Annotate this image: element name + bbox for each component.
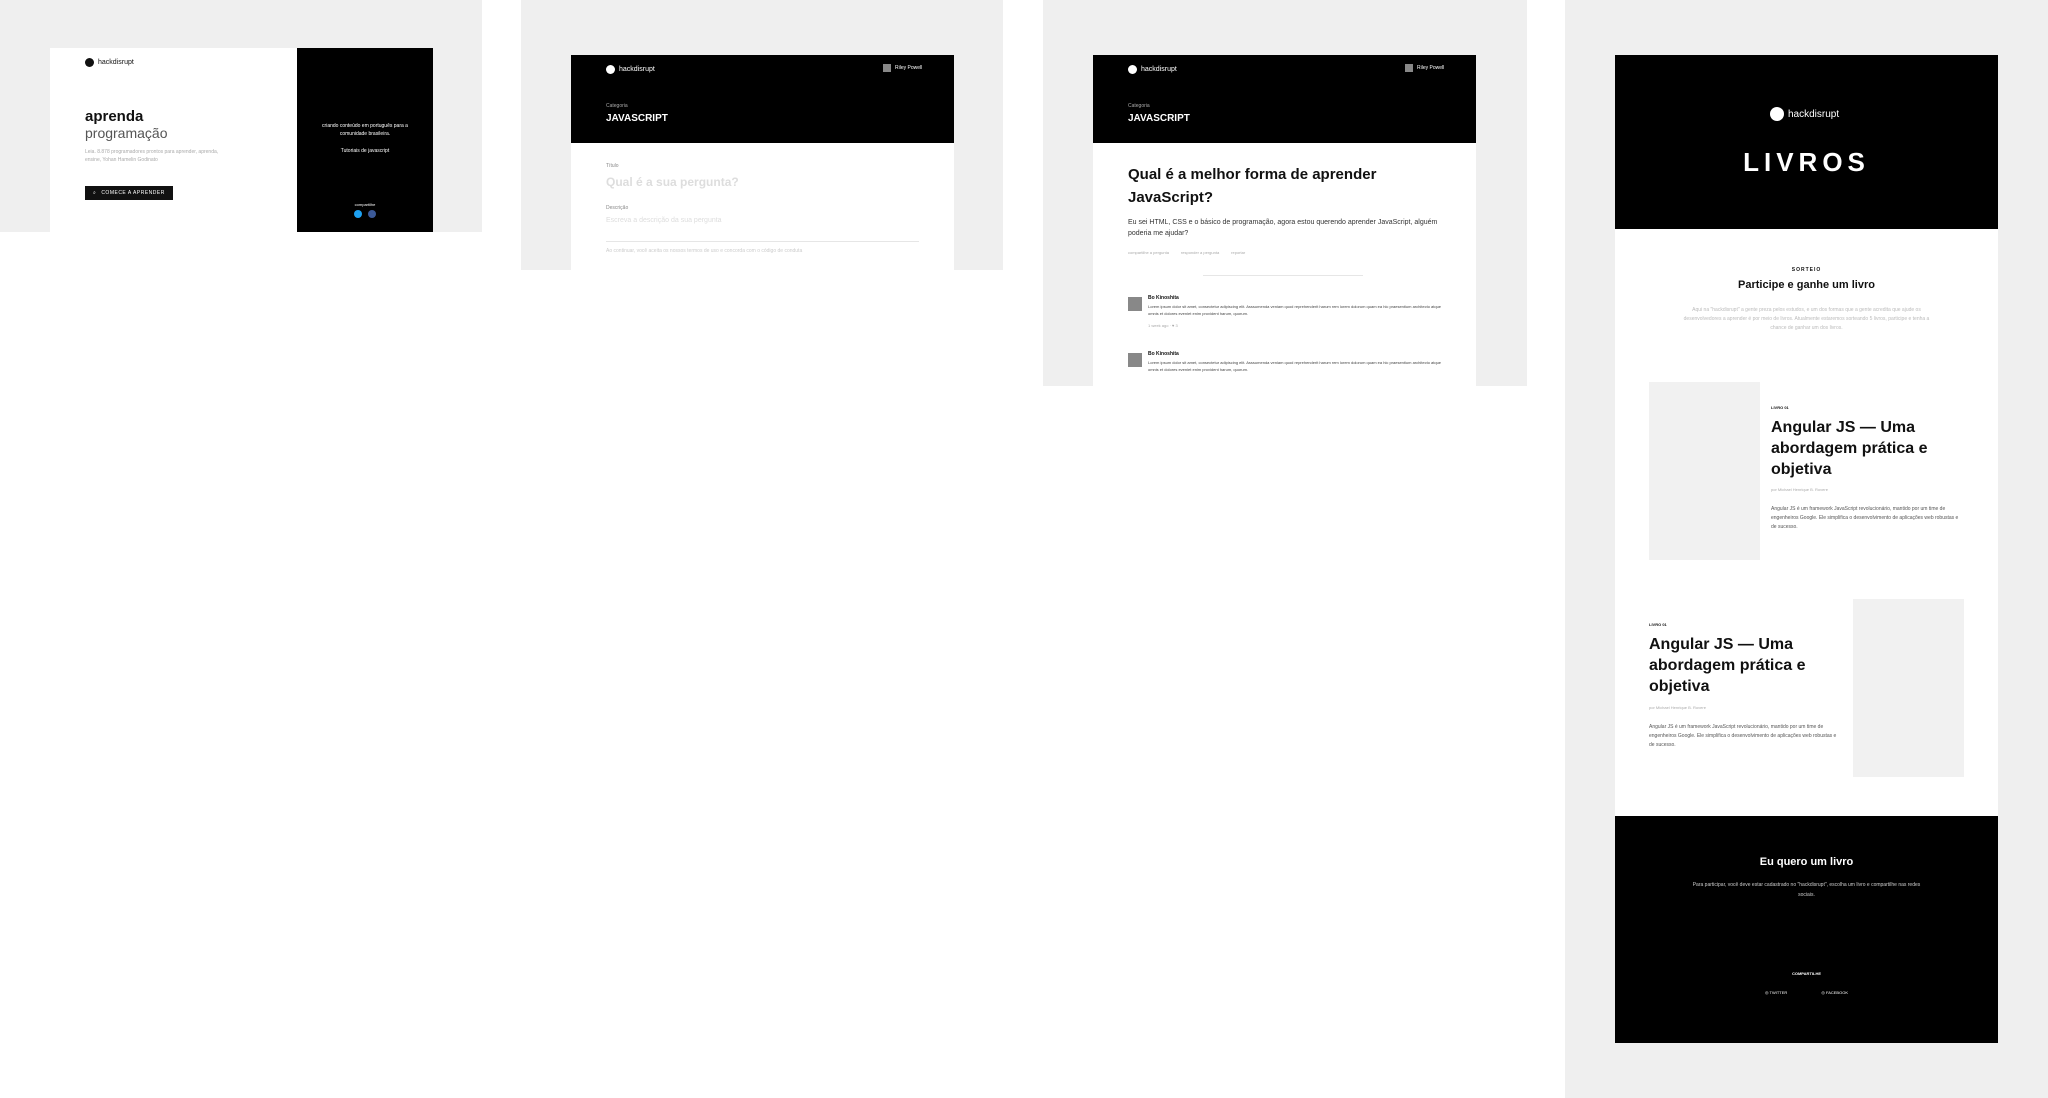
user-menu[interactable]: Riley Powell (883, 64, 922, 72)
description-input[interactable]: Escreva a descrição da sua pergunta (606, 217, 906, 224)
hero-title: LIVROS (1743, 147, 1870, 177)
book-author: por Michael Henrique B. Rovere (1771, 487, 1828, 492)
book-cover (1649, 382, 1760, 560)
landing-right-sub: Tutoriais de javascript (340, 148, 390, 154)
report-link[interactable]: reportar (1231, 250, 1245, 255)
books-hero: hackdisrupt LIVROS (1615, 55, 1998, 229)
category-label: Categoria (606, 103, 628, 109)
search-icon: ⌕ (93, 190, 97, 196)
twitter-share-link[interactable]: ◎ TWITTER (1765, 990, 1787, 995)
logo-icon (85, 58, 94, 67)
avatar (1128, 353, 1142, 367)
share-question-link[interactable]: compartilhe a pergunta (1128, 250, 1169, 255)
share-label: COMPARTILHE (1791, 971, 1822, 976)
headline-light: programação (85, 125, 168, 141)
logo-text: hackdisrupt (98, 59, 134, 66)
divider (606, 241, 919, 242)
book-author: por Michael Henrique B. Rovere (1649, 705, 1706, 710)
panel-ask: hackdisrupt Riley Powell Categoria JAVAS… (571, 55, 954, 270)
panel-books: hackdisrupt LIVROS SORTEIO Participe e g… (1615, 55, 1998, 1043)
panel-landing: hackdisrupt aprenda programação Leia. 8.… (50, 48, 297, 232)
landing-subtext: Leia. 8.878 programadores prontos para a… (85, 149, 219, 163)
title-label: Título (606, 163, 619, 169)
terms-note: Ao continuar, você aceita os nossos term… (606, 248, 803, 254)
answer-author: Bo Kinoshita (1148, 295, 1179, 301)
title-input[interactable]: Qual é a sua pergunta? (606, 175, 906, 189)
facebook-icon[interactable] (368, 210, 376, 218)
ask-header: hackdisrupt Riley Powell Categoria JAVAS… (571, 55, 954, 143)
avatar (1405, 64, 1413, 72)
footer-title: Eu quero um livro (1759, 856, 1854, 868)
book-description: Angular JS é um framework JavaScript rev… (1771, 506, 1959, 530)
logo-icon (1770, 107, 1784, 121)
sorteio-text: Aqui na "hackdisrupt" a gente preza pelo… (1683, 307, 1930, 331)
start-learning-button[interactable]: ⌕ COMECE A APRENDER (85, 186, 173, 200)
book-cover (1853, 599, 1964, 777)
answer-meta: 1 week ago · ♥ 3 (1148, 323, 1178, 328)
user-menu[interactable]: Riley Powell (1405, 64, 1444, 72)
logo[interactable]: hackdisrupt (85, 58, 134, 67)
twitter-icon[interactable] (354, 210, 362, 218)
book-tag: LIVRO 01 (1649, 622, 1667, 627)
panel-question: hackdisrupt Riley Powell Categoria JAVAS… (1093, 55, 1476, 386)
description-label: Descrição (606, 205, 629, 211)
book-title: Angular JS — Uma abordagem prática e obj… (1649, 636, 1806, 695)
sorteio-title: Participe e ganhe um livro (1738, 279, 1875, 291)
book-description: Angular JS é um framework JavaScript rev… (1649, 724, 1837, 748)
book-tag: LIVRO 01 (1771, 405, 1789, 410)
answer-text: Lorem ipsum dolor sit amet, consectetur … (1148, 360, 1442, 372)
category-value: JAVASCRIPT (1128, 113, 1190, 124)
footer-text: Para participar, você deve estar cadastr… (1692, 882, 1921, 898)
answer-text: Lorem ipsum dolor sit amet, consectetur … (1148, 304, 1442, 316)
headline-bold: aprenda (85, 108, 144, 125)
facebook-share-link[interactable]: ◎ FACEBOOK (1821, 990, 1848, 995)
share-links: ◎ TWITTER ◎ FACEBOOK (1765, 990, 1848, 995)
logo[interactable]: hackdisrupt (606, 65, 655, 74)
category-label: Categoria (1128, 103, 1150, 109)
logo-icon (1128, 65, 1137, 74)
panel-landing-dark: criando conteúdo em português para a com… (297, 48, 433, 232)
share-label: compartilhe (354, 202, 376, 207)
logo[interactable]: hackdisrupt (1770, 107, 1839, 121)
answer-question-link[interactable]: responder a pergunta (1181, 250, 1219, 255)
book-title: Angular JS — Uma abordagem prática e obj… (1771, 419, 1928, 478)
avatar (1128, 297, 1142, 311)
question-title: Qual é a melhor forma de aprender JavaSc… (1128, 166, 1377, 206)
logo-icon (606, 65, 615, 74)
question-body: Eu sei HTML, CSS e o básico de programaç… (1128, 219, 1438, 237)
divider (1203, 275, 1363, 276)
question-meta: compartilhe a pergunta responder a pergu… (1128, 250, 1245, 255)
category-value: JAVASCRIPT (606, 113, 668, 124)
landing-right-text: criando conteúdo em português para a com… (322, 123, 408, 137)
sorteio-label: SORTEIO (1791, 267, 1822, 273)
books-footer: Eu quero um livro Para participar, você … (1615, 816, 1998, 1043)
answer-author: Bo Kinoshita (1148, 351, 1179, 357)
question-header: hackdisrupt Riley Powell Categoria JAVAS… (1093, 55, 1476, 143)
avatar (883, 64, 891, 72)
logo[interactable]: hackdisrupt (1128, 65, 1177, 74)
